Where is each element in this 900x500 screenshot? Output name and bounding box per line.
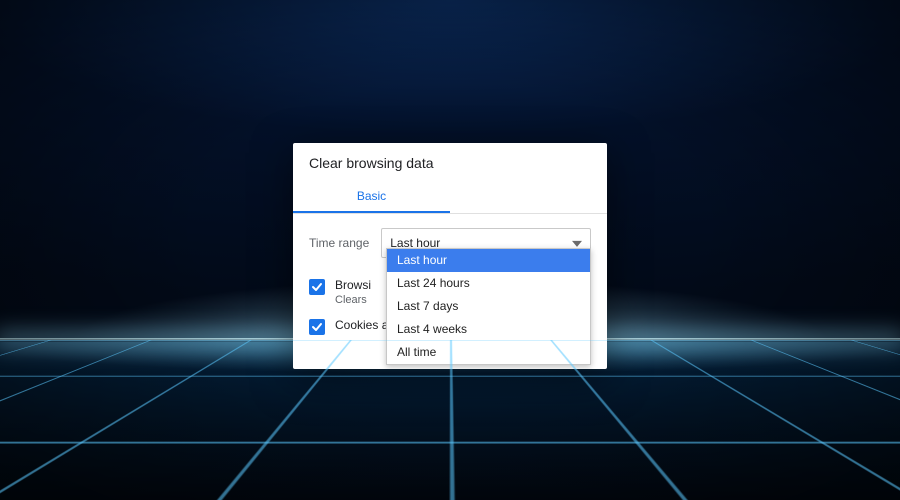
tabs: Basic [293, 181, 607, 214]
dialog-title: Clear browsing data [293, 143, 607, 177]
time-range-label: Time range [309, 236, 369, 250]
option-all-time[interactable]: All time [387, 341, 590, 364]
checkbox-checked-icon[interactable] [309, 319, 325, 335]
chevron-down-icon [572, 241, 582, 247]
time-range-dropdown: Last hour Last 24 hours Last 7 days Last… [386, 248, 591, 365]
tab-basic[interactable]: Basic [293, 181, 450, 213]
option-last-7-days[interactable]: Last 7 days [387, 295, 590, 318]
clear-browsing-data-dialog: Clear browsing data Basic Time range Las… [293, 143, 607, 369]
tab-advanced[interactable] [450, 181, 607, 213]
option-last-4-weeks[interactable]: Last 4 weeks [387, 318, 590, 341]
checkbox-checked-icon[interactable] [309, 279, 325, 295]
item-subtitle-left: Clears [335, 294, 367, 306]
option-last-hour[interactable]: Last hour [387, 249, 590, 272]
option-last-24-hours[interactable]: Last 24 hours [387, 272, 590, 295]
